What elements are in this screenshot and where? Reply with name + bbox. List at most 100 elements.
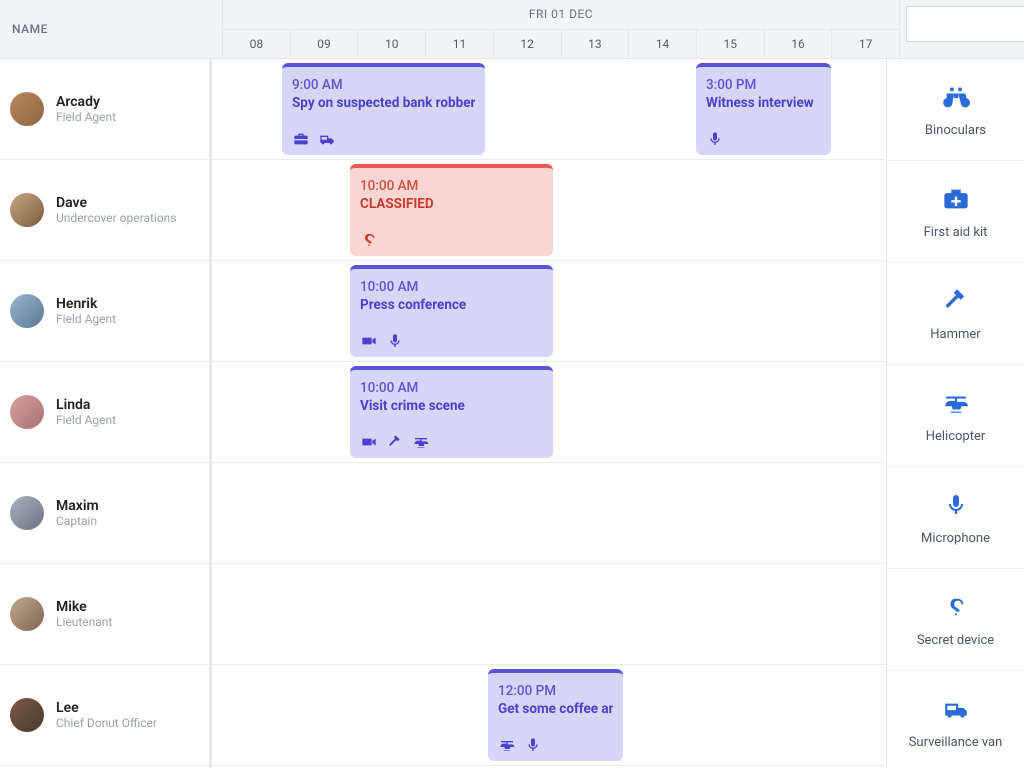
resource-name: Dave: [56, 195, 177, 211]
hammer-icon: [386, 434, 404, 450]
resource-list: Arcady Field Agent Dave Undercover opera…: [0, 59, 210, 768]
avatar: [10, 698, 44, 732]
equipment-label: Surveillance van: [909, 735, 1003, 750]
hour-tick: 16: [764, 30, 832, 59]
equipment-search-wrap: [899, 0, 1024, 58]
resource-row-lee[interactable]: Lee Chief Donut Officer: [0, 665, 209, 766]
microphone-icon: [524, 737, 542, 753]
event-coffee[interactable]: 12:00 PM Get some coffee an: [488, 669, 623, 761]
equipment-item-microphone[interactable]: Microphone: [887, 467, 1024, 569]
equipment-label: Microphone: [921, 531, 990, 546]
resource-name: Lee: [56, 700, 157, 716]
equipment-item-helicopter[interactable]: Helicopter: [887, 365, 1024, 467]
resource-row-maxim[interactable]: Maxim Captain: [0, 463, 209, 564]
resource-name: Linda: [56, 397, 116, 413]
resource-title: Chief Donut Officer: [56, 716, 157, 730]
timeline[interactable]: 9:00 AM Spy on suspected bank robber 3:0…: [210, 59, 886, 768]
resource-name: Maxim: [56, 498, 99, 514]
helicopter-icon: [939, 387, 973, 419]
date-label: FRI 01 DEC: [223, 0, 899, 29]
equipment-item-hammer[interactable]: Hammer: [887, 263, 1024, 365]
resource-row-dave[interactable]: Dave Undercover operations: [0, 160, 209, 261]
avatar: [10, 395, 44, 429]
event-time: 10:00 AM: [360, 380, 543, 396]
equipment-item-van[interactable]: Surveillance van: [887, 671, 1024, 768]
equipment-item-secret[interactable]: Secret device: [887, 569, 1024, 671]
avatar: [10, 294, 44, 328]
resource-name: Henrik: [56, 296, 116, 312]
resource-title: Field Agent: [56, 312, 116, 326]
event-time: 10:00 AM: [360, 279, 543, 295]
camera-icon: [360, 434, 378, 450]
equipment-label: Helicopter: [926, 429, 986, 444]
event-press[interactable]: 10:00 AM Press conference: [350, 265, 553, 357]
resource-row-arcady[interactable]: Arcady Field Agent: [0, 59, 209, 160]
event-title: CLASSIFIED: [360, 196, 543, 212]
hour-ticks: 08 09 10 11 12 13 14 15 16 17: [223, 29, 899, 59]
timeline-row[interactable]: [210, 463, 886, 564]
event-crime[interactable]: 10:00 AM Visit crime scene: [350, 366, 553, 458]
firstaid-icon: [940, 183, 972, 215]
hour-tick: 10: [357, 30, 425, 59]
hour-tick: 14: [628, 30, 696, 59]
hour-tick: 15: [696, 30, 764, 59]
avatar: [10, 597, 44, 631]
resource-name: Mike: [56, 599, 112, 615]
event-title: Visit crime scene: [360, 398, 543, 414]
hour-tick: 09: [290, 30, 358, 59]
resource-title: Undercover operations: [56, 211, 177, 225]
equipment-search-input[interactable]: [906, 6, 1024, 42]
toolbox-icon: [292, 131, 310, 147]
hammer-icon: [942, 285, 970, 317]
timeline-row[interactable]: 10:00 AM Visit crime scene: [210, 362, 886, 463]
resource-title: Lieutenant: [56, 615, 112, 629]
equipment-palette: Binoculars First aid kit Hammer Helicopt…: [886, 59, 1024, 768]
event-classified[interactable]: 10:00 AM CLASSIFIED: [350, 164, 553, 256]
time-axis-header: FRI 01 DEC 08 09 10 11 12 13 14 15 16 17: [223, 0, 899, 58]
event-time: 9:00 AM: [292, 77, 475, 93]
timeline-row[interactable]: 10:00 AM CLASSIFIED: [210, 160, 886, 261]
event-time: 12:00 PM: [498, 683, 613, 699]
equipment-item-firstaid[interactable]: First aid kit: [887, 161, 1024, 263]
event-title: Witness interview: [706, 95, 821, 111]
hour-tick: 12: [493, 30, 561, 59]
timeline-row[interactable]: 12:00 PM Get some coffee an: [210, 665, 886, 766]
resource-row-henrik[interactable]: Henrik Field Agent: [0, 261, 209, 362]
resource-title: Field Agent: [56, 110, 116, 124]
hour-tick: 11: [425, 30, 493, 59]
resource-title: Field Agent: [56, 413, 116, 427]
equipment-label: First aid kit: [924, 225, 988, 240]
avatar: [10, 496, 44, 530]
helicopter-icon: [412, 434, 430, 450]
resource-row-mike[interactable]: Mike Lieutenant: [0, 564, 209, 665]
van-icon: [318, 131, 336, 147]
event-spy[interactable]: 9:00 AM Spy on suspected bank robber: [282, 63, 485, 155]
hour-tick: 17: [831, 30, 899, 59]
event-title: Spy on suspected bank robber: [292, 95, 475, 111]
timeline-row[interactable]: 10:00 AM Press conference: [210, 261, 886, 362]
event-time: 10:00 AM: [360, 178, 543, 194]
microphone-icon: [944, 489, 968, 521]
equipment-label: Hammer: [930, 327, 980, 342]
avatar: [10, 92, 44, 126]
binoculars-icon: [940, 81, 972, 113]
secret-icon: [360, 232, 378, 248]
event-title: Get some coffee an: [498, 701, 613, 717]
hour-tick: 13: [561, 30, 629, 59]
event-witness[interactable]: 3:00 PM Witness interview: [696, 63, 831, 155]
resource-row-linda[interactable]: Linda Field Agent: [0, 362, 209, 463]
microphone-icon: [706, 131, 724, 147]
event-time: 3:00 PM: [706, 77, 821, 93]
helicopter-icon: [498, 737, 516, 753]
timeline-row[interactable]: 9:00 AM Spy on suspected bank robber 3:0…: [210, 59, 886, 160]
microphone-icon: [386, 333, 404, 349]
hour-tick: 08: [223, 30, 290, 59]
resource-name: Arcady: [56, 94, 116, 110]
timeline-row[interactable]: [210, 564, 886, 665]
equipment-item-binoculars[interactable]: Binoculars: [887, 59, 1024, 161]
event-title: Press conference: [360, 297, 543, 313]
column-header-name: NAME: [0, 0, 223, 58]
equipment-label: Binoculars: [925, 123, 986, 138]
resource-title: Captain: [56, 514, 99, 528]
secret-icon: [945, 591, 967, 623]
